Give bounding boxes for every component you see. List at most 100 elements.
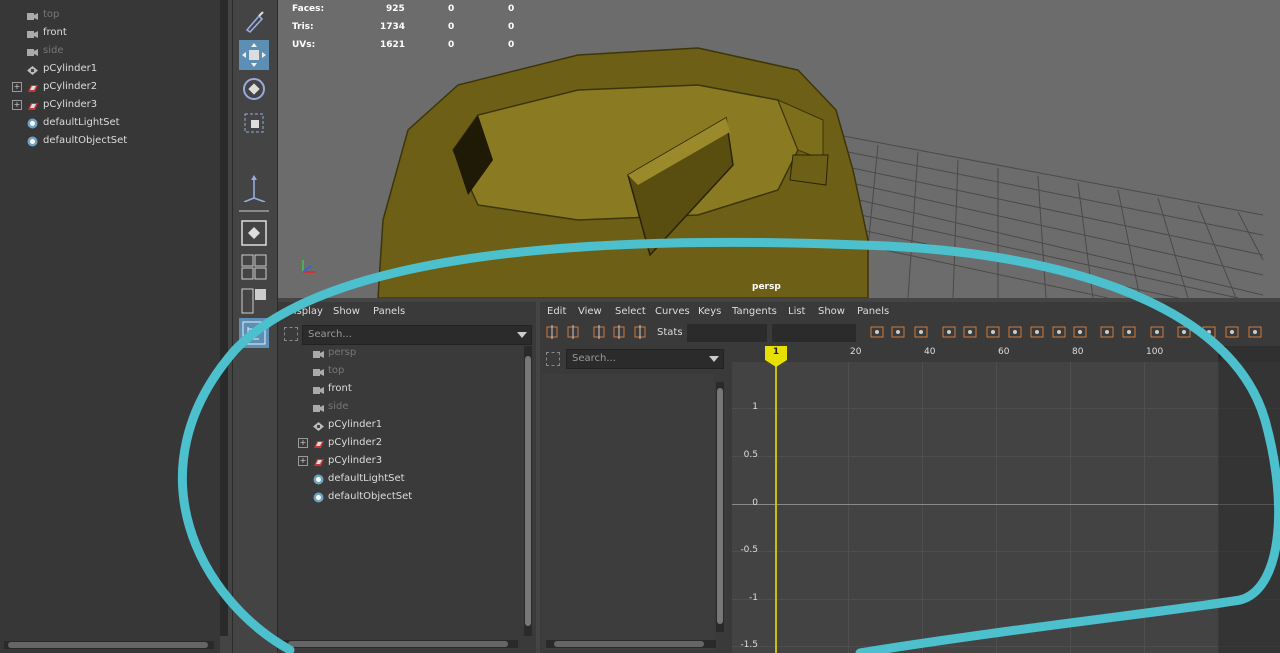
outliner-item-label: pCylinder1: [43, 63, 98, 74]
outliner-item-defaultLightSet[interactable]: defaultLightSet: [0, 114, 215, 132]
universal-manipulator-tool[interactable]: [239, 172, 269, 203]
grid-line-vertical: [848, 362, 849, 653]
scroll-thumb[interactable]: [717, 388, 723, 624]
step-tangent-icon[interactable]: [1052, 325, 1066, 339]
menu-edit[interactable]: Edit: [547, 303, 566, 321]
scroll-thumb[interactable]: [288, 641, 508, 647]
flat-tangent-icon[interactable]: [1030, 325, 1044, 339]
outliner-item-side[interactable]: side: [0, 42, 215, 60]
search-options-icon[interactable]: [546, 352, 560, 366]
outliner-item-label: top: [43, 9, 60, 20]
outliner-item-top[interactable]: top: [278, 362, 518, 380]
hud-value: 0: [448, 22, 455, 32]
mesh-icon: [313, 438, 324, 448]
menu-curves[interactable]: Curves: [655, 303, 690, 321]
expand-icon[interactable]: +: [12, 82, 22, 92]
chevron-down-icon[interactable]: [517, 332, 527, 338]
frame-playback-icon[interactable]: [914, 325, 928, 339]
outliner-item-pCylinder3[interactable]: + pCylinder3: [0, 96, 215, 114]
menu-display[interactable]: Display: [286, 303, 323, 321]
outliner-item-pCylinder2[interactable]: + pCylinder2: [278, 434, 518, 452]
outliner-search-input[interactable]: Search...: [302, 325, 532, 345]
buffer-snapshot-icon[interactable]: [1122, 325, 1136, 339]
curve-list-hscrollbar[interactable]: [546, 640, 716, 648]
paint-select-tool[interactable]: [239, 6, 269, 36]
outliner-layout-icon: [242, 321, 266, 345]
persp-outliner-layout-button[interactable]: [239, 286, 269, 316]
menu-panels[interactable]: Panels: [857, 303, 889, 321]
scroll-thumb[interactable]: [554, 641, 704, 647]
settings-icon[interactable]: [1248, 325, 1262, 339]
graph-editor-search-input[interactable]: Search...: [566, 349, 724, 369]
outliner-item-pCylinder2[interactable]: + pCylinder2: [0, 78, 215, 96]
menu-panels[interactable]: Panels: [373, 303, 405, 321]
left-outliner-hscrollbar[interactable]: [4, 641, 214, 649]
outliner-item-persp[interactable]: persp: [278, 344, 518, 362]
expand-icon[interactable]: +: [298, 456, 308, 466]
menu-view[interactable]: View: [578, 303, 602, 321]
left-outliner-panel: top front side pCylinder1 + pCylinder2 + pCylin…: [0, 0, 228, 653]
camera-label: persp: [752, 282, 781, 292]
scroll-thumb[interactable]: [525, 356, 531, 626]
outliner-item-top[interactable]: top: [0, 6, 215, 24]
clamped-tangent-icon[interactable]: [986, 325, 1000, 339]
expand-icon[interactable]: +: [12, 100, 22, 110]
rotate-tool[interactable]: [239, 74, 269, 104]
stats-field-1[interactable]: [687, 324, 767, 342]
left-outliner-vscrollbar[interactable]: [220, 0, 228, 636]
single-view-layout-button[interactable]: [239, 218, 269, 248]
unify-tangents-icon[interactable]: [1177, 325, 1191, 339]
scale-tool[interactable]: [239, 108, 269, 138]
menu-show[interactable]: Show: [333, 303, 360, 321]
search-options-icon[interactable]: [284, 327, 298, 341]
spline-tangent-icon[interactable]: [963, 325, 977, 339]
outliner-hscrollbar[interactable]: [282, 640, 518, 648]
buffer-swap-icon[interactable]: [1100, 325, 1114, 339]
graph-editor-layout-button[interactable]: [239, 318, 269, 348]
menu-select[interactable]: Select: [615, 303, 646, 321]
transform-icon: [313, 420, 324, 431]
insert-key-icon[interactable]: [545, 325, 559, 339]
plateau-tangent-icon[interactable]: [1073, 325, 1087, 339]
scroll-thumb[interactable]: [8, 642, 208, 648]
break-tangents-icon[interactable]: [1150, 325, 1164, 339]
outliner-item-pCylinder3[interactable]: + pCylinder3: [278, 452, 518, 470]
stats-field-2[interactable]: [772, 324, 856, 342]
hud-value: 1734: [380, 22, 406, 32]
outliner-item-defaultObjectSet[interactable]: defaultObjectSet: [278, 488, 518, 506]
move-tool[interactable]: [239, 40, 269, 70]
buffer-curve-icon[interactable]: [633, 325, 647, 339]
perspective-viewport[interactable]: Faces: 925 0 0 Tris: 1734 0 0 UVs: 1621 …: [278, 0, 1280, 298]
normalize-icon[interactable]: [1202, 325, 1216, 339]
lattice-deform-icon[interactable]: [566, 325, 580, 339]
menu-tangents[interactable]: Tangents: [732, 303, 777, 321]
outliner-item-front[interactable]: front: [0, 24, 215, 42]
frame-all-icon[interactable]: [870, 325, 884, 339]
set-icon: [27, 136, 38, 147]
outliner-vscrollbar[interactable]: [524, 346, 532, 636]
curve-list[interactable]: [542, 374, 714, 650]
camera-view-icon[interactable]: [1225, 325, 1239, 339]
outliner-item-pCylinder1[interactable]: pCylinder1: [278, 416, 518, 434]
outliner-item-front[interactable]: front: [278, 380, 518, 398]
linear-tangent-icon[interactable]: [1008, 325, 1022, 339]
four-view-layout-button[interactable]: [239, 252, 269, 282]
frame-selection-icon[interactable]: [891, 325, 905, 339]
select-key-icon[interactable]: [612, 325, 626, 339]
region-tool-icon[interactable]: [592, 325, 606, 339]
graph-area[interactable]: 20 40 60 80 100 1 0.5 0 -0.5 -1 -1.5 1: [732, 346, 1280, 653]
viewport-scene: [302, 47, 1264, 298]
menu-keys[interactable]: Keys: [698, 303, 721, 321]
outliner-item-defaultLightSet[interactable]: defaultLightSet: [278, 470, 518, 488]
menu-list[interactable]: List: [788, 303, 805, 321]
menu-show[interactable]: Show: [818, 303, 845, 321]
outliner-item-defaultObjectSet[interactable]: defaultObjectSet: [0, 132, 215, 150]
outliner-item-side[interactable]: side: [278, 398, 518, 416]
auto-tangent-icon[interactable]: [942, 325, 956, 339]
curve-list-vscrollbar[interactable]: [716, 382, 724, 632]
outliner-item-label: defaultLightSet: [43, 117, 120, 128]
frame-tick-label: 40: [924, 347, 936, 357]
expand-icon[interactable]: +: [298, 438, 308, 448]
chevron-down-icon[interactable]: [709, 356, 719, 362]
outliner-item-pCylinder1[interactable]: pCylinder1: [0, 60, 215, 78]
